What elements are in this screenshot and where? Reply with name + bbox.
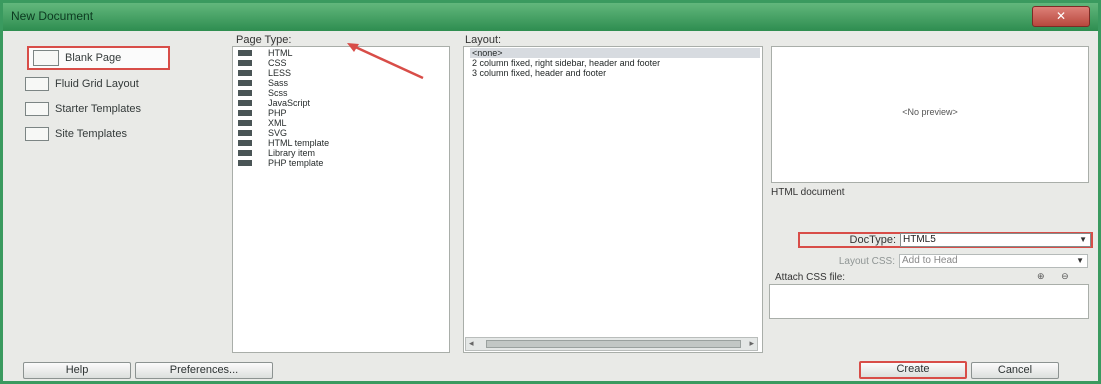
title-bar: New Document ✕	[3, 3, 1098, 31]
document-icon	[238, 60, 252, 66]
layout-item[interactable]: 2 column fixed, right sidebar, header an…	[470, 58, 760, 68]
document-icon	[238, 110, 252, 116]
document-icon	[238, 90, 252, 96]
document-icon	[238, 100, 252, 106]
layout-items: <none> 2 column fixed, right sidebar, he…	[470, 48, 760, 343]
page-type-header: Page Type:	[236, 34, 292, 46]
category-fluid-grid-layout[interactable]: Fluid Grid Layout	[25, 72, 177, 96]
layout-item[interactable]: 3 column fixed, header and footer	[470, 68, 760, 78]
document-icon	[238, 150, 252, 156]
scroll-left-icon[interactable]: ◂	[469, 338, 474, 349]
document-icon	[238, 50, 252, 56]
layout-css-select[interactable]: Add to Head ▼	[899, 254, 1088, 268]
page-type-item[interactable]: PHP template	[238, 158, 443, 168]
document-icon	[238, 80, 252, 86]
blank-page-icon	[33, 50, 59, 66]
site-templates-icon	[25, 127, 49, 141]
category-label: Fluid Grid Layout	[55, 78, 139, 90]
layout-item[interactable]: <none>	[470, 48, 760, 58]
new-document-dialog: New Document ✕ Blank Page Fluid Grid Lay…	[0, 0, 1101, 384]
fluid-grid-icon	[25, 77, 49, 91]
category-label: Blank Page	[65, 52, 122, 64]
link-icon[interactable]: ⊕	[1037, 271, 1045, 281]
starter-templates-icon	[25, 102, 49, 116]
doctype-row: DocType: HTML5 ▼	[798, 232, 1093, 248]
page-type-item[interactable]: Library item	[238, 148, 443, 158]
preview-pane: <No preview>	[771, 46, 1089, 183]
document-icon	[238, 120, 252, 126]
cancel-button[interactable]: Cancel	[971, 362, 1059, 379]
page-type-item[interactable]: SVG	[238, 128, 443, 138]
attach-css-actions: ⊕ ⊖	[1037, 271, 1069, 282]
page-type-item[interactable]: PHP	[238, 108, 443, 118]
annotation-arrow-icon	[347, 43, 424, 80]
doctype-label: DocType:	[849, 234, 896, 246]
document-icon	[238, 70, 252, 76]
create-button[interactable]: Create	[859, 361, 967, 379]
preview-description: HTML document	[771, 187, 845, 198]
attach-css-list[interactable]	[769, 284, 1089, 319]
close-button[interactable]: ✕	[1032, 6, 1090, 27]
scrollbar-thumb[interactable]	[486, 340, 741, 348]
document-icon	[238, 130, 252, 136]
document-icon	[238, 140, 252, 146]
attach-css-label: Attach CSS file:	[775, 272, 846, 283]
preferences-button[interactable]: Preferences...	[135, 362, 273, 379]
dropdown-arrow-icon: ▼	[1076, 256, 1084, 265]
page-type-item[interactable]: JavaScript	[238, 98, 443, 108]
remove-icon[interactable]: ⊖	[1061, 271, 1069, 281]
page-type-item[interactable]: HTML template	[238, 138, 443, 148]
doctype-select[interactable]: HTML5 ▼	[900, 233, 1091, 247]
page-type-item[interactable]: XML	[238, 118, 443, 128]
dropdown-arrow-icon: ▼	[1079, 235, 1087, 244]
category-label: Site Templates	[55, 128, 127, 140]
document-icon	[238, 160, 252, 166]
page-type-items: HTML CSS LESS Sass Scss JavaScript PHP X…	[238, 48, 443, 348]
scroll-right-icon[interactable]: ▸	[749, 338, 754, 349]
layout-horizontal-scrollbar[interactable]: ◂ ▸	[465, 337, 758, 351]
category-blank-page[interactable]: Blank Page	[27, 46, 170, 70]
category-starter-templates[interactable]: Starter Templates	[25, 97, 177, 121]
window-title: New Document	[11, 9, 94, 23]
layout-header: Layout:	[465, 34, 502, 46]
layout-css-row: Layout CSS: Add to Head ▼	[798, 254, 1088, 268]
preview-placeholder: <No preview>	[902, 107, 958, 117]
page-type-item[interactable]: Scss	[238, 88, 443, 98]
help-button[interactable]: Help	[23, 362, 131, 379]
category-site-templates[interactable]: Site Templates	[25, 122, 177, 146]
category-label: Starter Templates	[55, 103, 142, 115]
layout-css-label: Layout CSS:	[838, 255, 895, 267]
